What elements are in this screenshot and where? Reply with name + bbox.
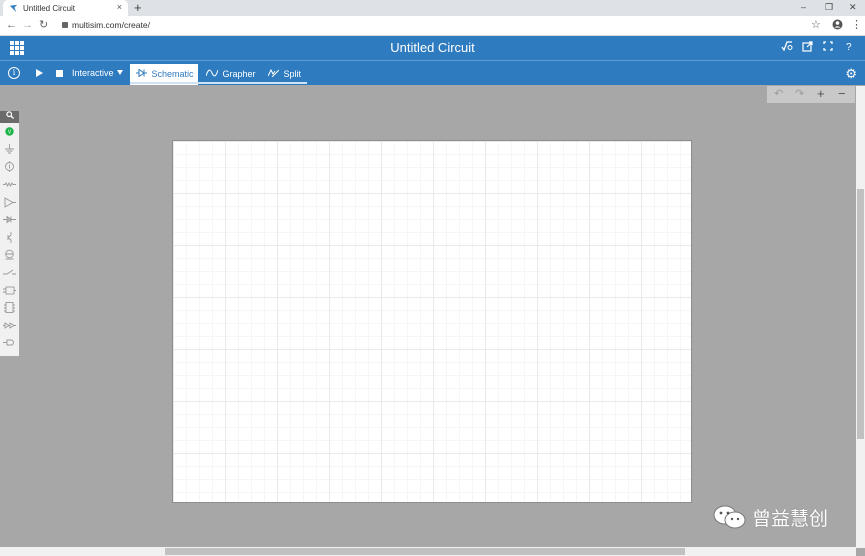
horizontal-scrollbar[interactable] bbox=[0, 547, 856, 556]
diode-tab-icon bbox=[136, 68, 150, 79]
url-text: multisim.com/create/ bbox=[72, 20, 150, 30]
minimize-button[interactable]: – bbox=[801, 0, 806, 14]
diode-icon[interactable] bbox=[0, 211, 19, 229]
switch-icon[interactable] bbox=[0, 264, 19, 282]
sqrt-icon[interactable] bbox=[781, 41, 793, 56]
reload-icon[interactable]: ↻ bbox=[39, 19, 48, 32]
browser-tab[interactable]: Untitled Circuit × bbox=[3, 0, 128, 16]
amplifier-icon[interactable] bbox=[0, 193, 19, 211]
help-icon[interactable]: ? bbox=[846, 41, 852, 54]
export-icon[interactable] bbox=[802, 41, 813, 56]
component-palette: V bbox=[0, 111, 19, 356]
gate-icon[interactable] bbox=[0, 281, 19, 299]
stop-icon[interactable] bbox=[56, 70, 63, 77]
lock-icon bbox=[62, 22, 68, 28]
meter-icon[interactable] bbox=[0, 246, 19, 264]
schematic-canvas[interactable] bbox=[172, 140, 692, 503]
ground-icon[interactable] bbox=[0, 141, 19, 159]
address-bar: ← → ↻ multisim.com/create/ ☆ ⋮ bbox=[0, 16, 865, 36]
info-icon[interactable]: i bbox=[8, 67, 20, 79]
probe-icon[interactable]: V bbox=[0, 123, 19, 141]
tab-schematic-label: Schematic bbox=[151, 69, 194, 79]
undo-icon[interactable]: ↶ bbox=[774, 87, 783, 101]
browser-menu-icon[interactable]: ⋮ bbox=[851, 19, 862, 32]
ic-icon[interactable] bbox=[0, 299, 19, 317]
profile-icon[interactable] bbox=[832, 19, 843, 34]
settings-gear-icon[interactable]: ⚙ bbox=[845, 67, 857, 80]
watermark: 曾益慧创 bbox=[712, 503, 828, 531]
browser-tabstrip: Untitled Circuit × + – ❐ ✕ bbox=[0, 0, 865, 16]
new-tab-button[interactable]: + bbox=[134, 0, 142, 15]
tab-grapher-label: Grapher bbox=[222, 69, 256, 79]
forward-icon[interactable]: → bbox=[22, 19, 33, 32]
circuit-title[interactable]: Untitled Circuit bbox=[0, 40, 865, 55]
magnifier-icon[interactable] bbox=[0, 111, 19, 123]
resistor-icon[interactable] bbox=[0, 176, 19, 194]
logic-icon[interactable] bbox=[0, 317, 19, 335]
tab-close-icon[interactable]: × bbox=[117, 2, 122, 12]
wave-icon bbox=[205, 69, 221, 79]
zoom-out-button[interactable]: − bbox=[838, 87, 846, 101]
bookmark-star-icon[interactable]: ☆ bbox=[811, 19, 821, 32]
fullscreen-icon[interactable] bbox=[823, 41, 833, 55]
watermark-text: 曾益慧创 bbox=[752, 508, 829, 530]
horizontal-scroll-thumb[interactable] bbox=[165, 548, 685, 555]
multisim-favicon-icon bbox=[9, 4, 18, 12]
connector-icon[interactable] bbox=[0, 334, 19, 352]
restore-button[interactable]: ❐ bbox=[825, 0, 833, 14]
url-field[interactable]: multisim.com/create/ bbox=[62, 20, 150, 30]
source-icon[interactable] bbox=[0, 158, 19, 176]
app-header: Untitled Circuit ? bbox=[0, 36, 865, 60]
tab-underline bbox=[130, 82, 307, 84]
wechat-logo-icon bbox=[712, 503, 748, 531]
tab-split-label: Split bbox=[283, 69, 302, 79]
chevron-down-icon bbox=[116, 70, 123, 75]
redo-icon[interactable]: ↷ bbox=[795, 87, 804, 101]
zoom-controls: ↶ ↷ + − bbox=[767, 86, 855, 103]
back-icon[interactable]: ← bbox=[6, 19, 17, 32]
mode-dropdown[interactable]: Interactive bbox=[72, 68, 123, 78]
vertical-scrollbar[interactable] bbox=[856, 86, 865, 548]
zoom-in-button[interactable]: + bbox=[817, 87, 825, 101]
vertical-scroll-thumb[interactable] bbox=[857, 189, 864, 439]
play-icon[interactable] bbox=[36, 69, 43, 77]
split-icon bbox=[267, 68, 282, 79]
tab-title: Untitled Circuit bbox=[23, 3, 76, 13]
close-window-button[interactable]: ✕ bbox=[849, 0, 857, 14]
transistor-icon[interactable] bbox=[0, 229, 19, 247]
mode-label: Interactive bbox=[72, 68, 114, 78]
